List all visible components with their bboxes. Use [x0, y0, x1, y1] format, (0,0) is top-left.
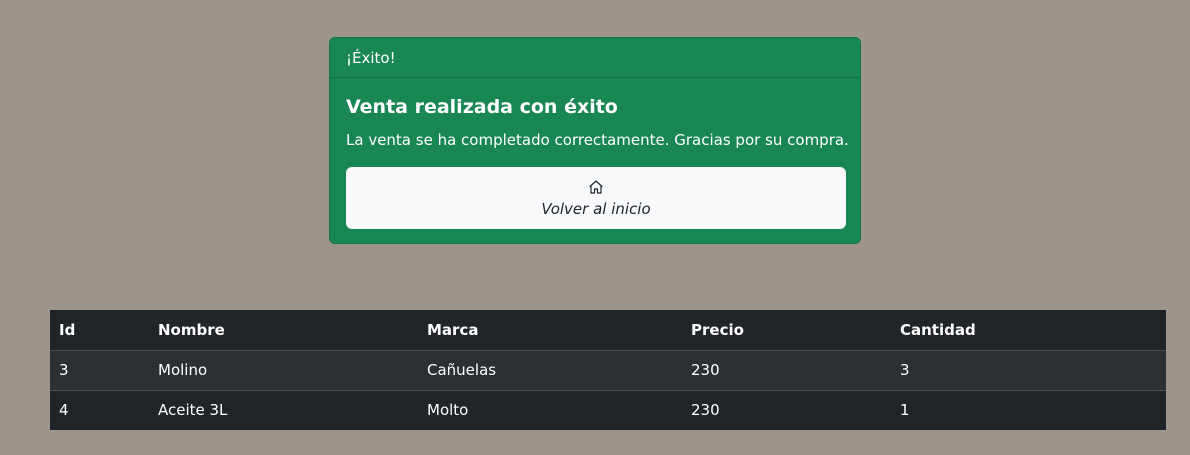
back-home-button[interactable]: Volver al inicio [346, 167, 846, 229]
table-row: 4 Aceite 3L Molto 230 1 [50, 390, 1166, 430]
column-header-nombre: Nombre [149, 310, 418, 351]
cell-marca: Cañuelas [418, 350, 682, 391]
home-icon [589, 180, 603, 194]
sales-table-container: Id Nombre Marca Precio Cantidad 3 Molino… [50, 310, 1166, 430]
page: ¡Éxito! Venta realizada con éxito La ven… [0, 0, 1190, 455]
card-message: La venta se ha completado correctamente.… [346, 131, 849, 149]
column-header-cantidad: Cantidad [891, 310, 1166, 351]
column-header-id: Id [50, 310, 149, 351]
cell-id: 4 [59, 401, 69, 420]
cell-cantidad: 3 [891, 350, 1166, 391]
cell-precio: 230 [682, 350, 891, 391]
cell-cantidad: 1 [900, 401, 910, 420]
column-header-marca: Marca [418, 310, 682, 351]
success-card: ¡Éxito! Venta realizada con éxito La ven… [329, 37, 861, 244]
cell-nombre: Molino [149, 350, 418, 391]
card-title: Venta realizada con éxito [346, 96, 618, 118]
back-home-label: Volver al inicio [541, 200, 651, 218]
cell-marca: Molto [427, 401, 469, 420]
column-header-precio: Precio [682, 310, 891, 351]
table-header-row: Id Nombre Marca Precio Cantidad [50, 310, 1166, 351]
cell-id: 3 [50, 350, 149, 391]
card-header: ¡Éxito! [330, 38, 860, 78]
cell-nombre: Aceite 3L [158, 401, 228, 420]
table-row: 3 Molino Cañuelas 230 3 [50, 350, 1166, 391]
sales-table: Id Nombre Marca Precio Cantidad 3 Molino… [50, 310, 1166, 430]
cell-precio: 230 [691, 401, 720, 420]
